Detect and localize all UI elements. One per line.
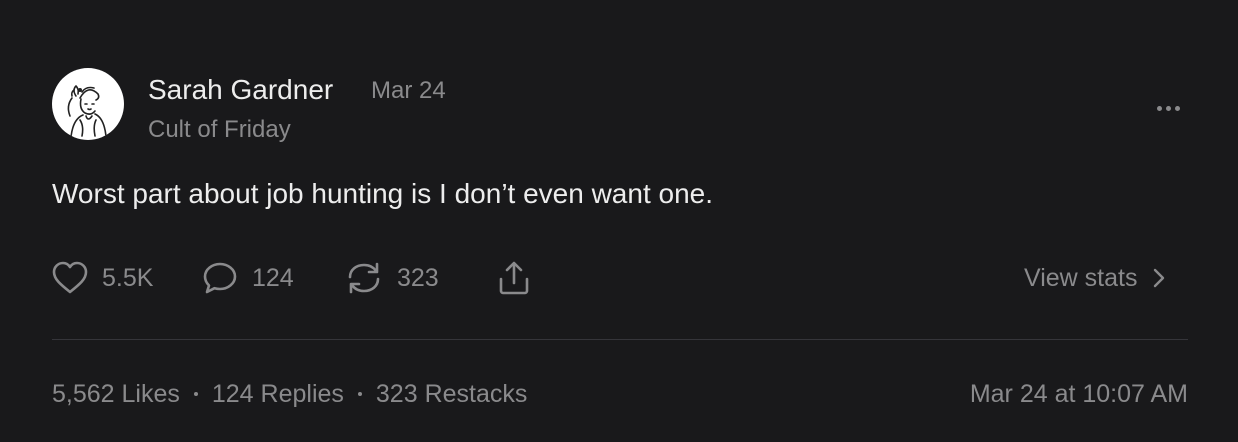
comment-count: 124 — [252, 264, 294, 292]
view-stats-link[interactable]: View stats — [1024, 262, 1165, 294]
like-button[interactable]: 5.5K — [52, 258, 153, 298]
restack-count: 323 — [397, 264, 439, 292]
separator-dot — [357, 392, 362, 396]
share-button[interactable] — [496, 258, 532, 298]
like-count: 5.5K — [102, 264, 154, 292]
post-timestamp: Mar 24 at 10:07 AM — [969, 380, 1188, 408]
more-horizontal-icon — [1156, 105, 1162, 111]
post-body: Worst part about job hunting is I don’t … — [52, 178, 714, 209]
avatar-illustration — [67, 85, 107, 138]
post-date[interactable]: Mar 24 — [371, 76, 446, 106]
publication-name[interactable]: Cult of Friday — [148, 115, 291, 145]
author-name[interactable]: Sarah Gardner — [148, 73, 333, 107]
avatar[interactable] — [52, 68, 124, 140]
more-horizontal-icon-dot — [1165, 105, 1171, 111]
restack-icon — [348, 262, 380, 294]
likes-stat[interactable]: 5,562 Likes — [52, 379, 180, 409]
separator-dot — [193, 392, 198, 396]
divider — [52, 339, 1188, 340]
comment-icon — [203, 262, 237, 294]
chevron-right-icon — [1154, 268, 1165, 288]
more-horizontal-icon-dot — [1174, 105, 1180, 111]
comment-button[interactable]: 124 — [202, 258, 294, 298]
more-options-button[interactable] — [1150, 96, 1186, 120]
replies-stat[interactable]: 124 Replies — [212, 379, 344, 409]
stats-summary: 5,562 Likes 124 Replies 323 Restacks — [52, 379, 527, 409]
restack-button[interactable]: 323 — [345, 258, 439, 298]
heart-icon — [52, 261, 88, 294]
view-stats-label: View stats — [1024, 264, 1138, 292]
share-icon — [499, 261, 529, 295]
restacks-stat[interactable]: 323 Restacks — [376, 379, 527, 409]
